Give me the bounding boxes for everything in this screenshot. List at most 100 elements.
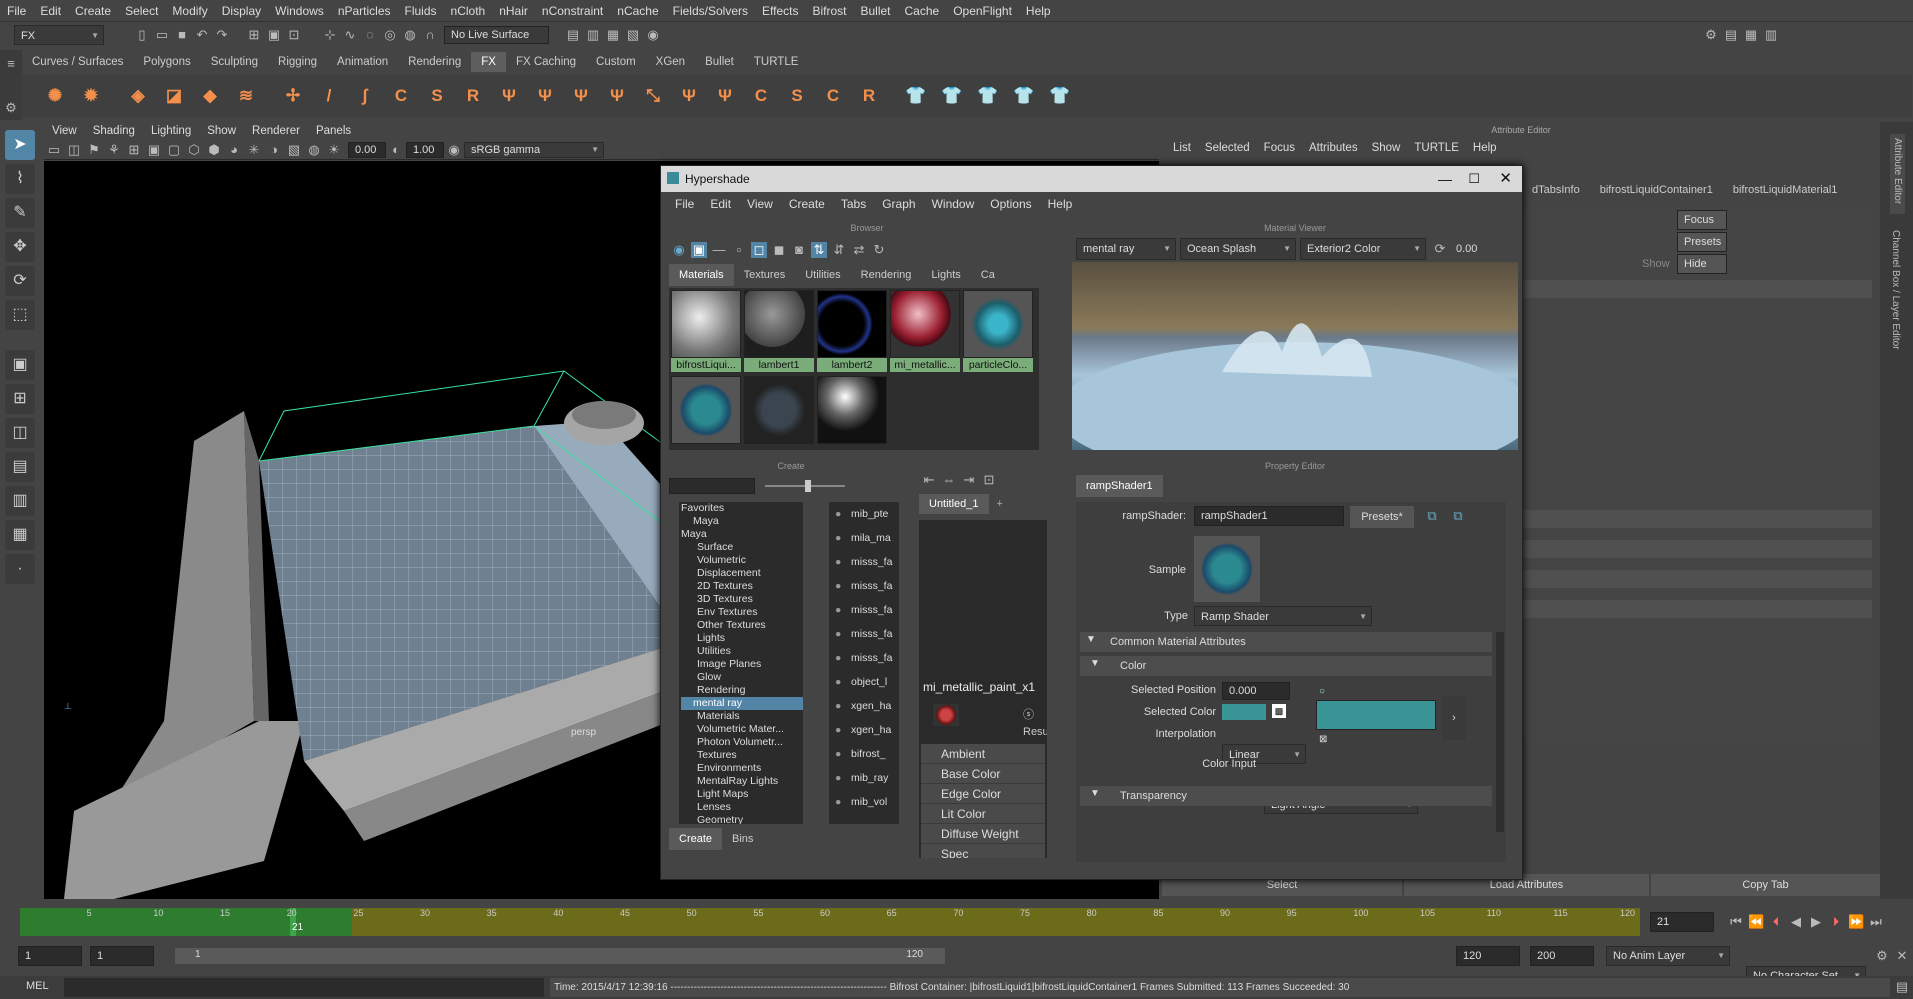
tree-mr-lenses[interactable]: Lenses xyxy=(681,801,803,814)
section-transparency[interactable]: Transparency xyxy=(1080,786,1492,806)
tree-mr-geometry[interactable]: Geometry xyxy=(681,814,803,824)
cache-c-icon[interactable]: C xyxy=(748,83,774,109)
node-item[interactable]: misss_fa xyxy=(829,598,899,622)
presets-button[interactable]: Presets* xyxy=(1350,506,1414,528)
create-bottom-tab-create[interactable]: Create xyxy=(669,828,723,850)
node-item[interactable]: misss_fa xyxy=(829,622,899,646)
material-swatch-bifrost[interactable] xyxy=(671,290,741,358)
layout-graph-icon[interactable]: ▥ xyxy=(5,486,35,516)
go-to-start-icon[interactable]: ⏮ xyxy=(1728,914,1744,930)
cloth-shirt-1-icon[interactable]: 👕 xyxy=(903,83,929,109)
color-management-icon[interactable]: ◉ xyxy=(446,142,462,158)
script-language-label[interactable]: MEL xyxy=(26,980,49,992)
particles-icon[interactable]: ✹ xyxy=(78,83,104,109)
bookmark-icon[interactable]: ⚑ xyxy=(86,142,102,158)
scale-tool-icon[interactable]: ⬚ xyxy=(5,300,35,330)
vp-menu-panels[interactable]: Panels xyxy=(308,125,359,137)
vp-menu-renderer[interactable]: Renderer xyxy=(244,125,308,137)
hs-menu-edit[interactable]: Edit xyxy=(702,192,739,216)
graph-node-settings-icon[interactable]: ⓢ xyxy=(1023,706,1034,722)
browser-tab-materials[interactable]: Materials xyxy=(669,264,734,286)
node-item[interactable]: mib_vol xyxy=(829,790,899,814)
open-scene-icon[interactable]: ▭ xyxy=(154,27,170,43)
material-swatch-lambert2[interactable] xyxy=(817,290,887,358)
property-tab-rampshader[interactable]: rampShader1 xyxy=(1076,475,1163,497)
mv-renderer-dropdown[interactable]: mental ray xyxy=(1076,238,1176,260)
exposure-icon[interactable]: ☀ xyxy=(326,142,342,158)
step-forward-key-icon[interactable]: ⏩ xyxy=(1848,914,1864,930)
browser-medium-icon[interactable]: ◻ xyxy=(751,242,767,258)
shelf-tab-xgen[interactable]: XGen xyxy=(646,52,695,72)
isolate-icon[interactable]: ▧ xyxy=(286,142,302,158)
checker-icon[interactable]: ▩ xyxy=(1272,704,1286,718)
color-ramp[interactable] xyxy=(1316,700,1436,730)
shelf-tab-fx[interactable]: FX xyxy=(471,52,506,72)
shelf-tab-custom[interactable]: Custom xyxy=(586,52,646,72)
tree-mr-environments[interactable]: Environments xyxy=(681,762,803,775)
ae-section-bar[interactable] xyxy=(1522,280,1872,298)
duplicate-icon[interactable]: ⧉ xyxy=(1450,508,1466,524)
menu-edit[interactable]: Edit xyxy=(33,0,68,22)
minimize-icon[interactable]: — xyxy=(1438,166,1452,192)
menu-effects[interactable]: Effects xyxy=(755,0,805,22)
snap-view-icon[interactable]: ◎ xyxy=(382,27,398,43)
layout-outliner-icon[interactable]: ▤ xyxy=(5,452,35,482)
layout-four-icon[interactable]: ⊞ xyxy=(5,384,35,414)
play-backward-icon[interactable]: ◀ xyxy=(1788,914,1804,930)
paint-hair-icon[interactable]: / xyxy=(316,83,342,109)
render-settings-icon[interactable]: ▧ xyxy=(625,27,641,43)
hs-menu-options[interactable]: Options xyxy=(982,192,1039,216)
section-color[interactable]: Color xyxy=(1080,656,1492,676)
constraint-6-icon[interactable]: Ψ xyxy=(676,83,702,109)
ramp-expand-button[interactable]: › xyxy=(1442,696,1466,740)
script-editor-icon[interactable]: ▤ xyxy=(1894,979,1910,995)
snap-curve-icon[interactable]: ∿ xyxy=(342,27,358,43)
ae-tab-material[interactable]: bifrostLiquidMaterial1 xyxy=(1723,179,1848,201)
node-item[interactable]: xgen_ha xyxy=(829,694,899,718)
wireframe-icon[interactable]: ⬡ xyxy=(186,142,202,158)
ae-menu-list[interactable]: List xyxy=(1166,142,1198,154)
maximize-icon[interactable]: ☐ xyxy=(1468,166,1480,192)
constraint-3-icon[interactable]: Ψ xyxy=(568,83,594,109)
graph-attr-lit-color[interactable]: Lit Color xyxy=(921,804,1045,824)
menu-fluids[interactable]: Fluids xyxy=(398,0,444,22)
ae-show-button[interactable]: Show xyxy=(1642,254,1672,274)
emitter-icon[interactable]: ✺ xyxy=(42,83,68,109)
redo-icon[interactable]: ↷ xyxy=(214,27,230,43)
tree-other-textures[interactable]: Other Textures xyxy=(681,619,803,632)
cloth-shirt-4-icon[interactable]: 👕 xyxy=(1011,83,1037,109)
snap-surface-icon[interactable]: ◍ xyxy=(402,27,418,43)
hs-menu-window[interactable]: Window xyxy=(924,192,983,216)
tree-2d-textures[interactable]: 2D Textures xyxy=(681,580,803,593)
browser-list-view-icon[interactable]: — xyxy=(711,242,727,258)
tree-lights[interactable]: Lights xyxy=(681,632,803,645)
constraint-5-icon[interactable]: ⤡ xyxy=(640,83,666,109)
hs-menu-file[interactable]: File xyxy=(667,192,702,216)
menu-bifrost[interactable]: Bifrost xyxy=(805,0,853,22)
tree-env-textures[interactable]: Env Textures xyxy=(681,606,803,619)
graph-frame-icon[interactable]: ⊡ xyxy=(981,472,997,488)
shelf-tab-curves-surfaces[interactable]: Curves / Surfaces xyxy=(22,52,133,72)
graph-output-icon[interactable]: ⇥ xyxy=(961,472,977,488)
browser-tab-lights[interactable]: Lights xyxy=(921,264,970,286)
snap-point-icon[interactable]: ◌ xyxy=(362,27,378,43)
menu-nconstraint[interactable]: nConstraint xyxy=(535,0,610,22)
browser-xl-icon[interactable]: ◙ xyxy=(791,242,807,258)
attribute-editor-toggle-icon[interactable]: ▤ xyxy=(1723,27,1739,43)
ipr-render-icon[interactable]: ▦ xyxy=(605,27,621,43)
shelf-tab-animation[interactable]: Animation xyxy=(327,52,398,72)
current-frame-field[interactable]: 21 xyxy=(1650,912,1714,932)
menu-select[interactable]: Select xyxy=(118,0,165,22)
gamma-field[interactable]: 1.00 xyxy=(406,141,444,158)
tree-displacement[interactable]: Displacement xyxy=(681,567,803,580)
live-magnet-icon[interactable]: ∩ xyxy=(422,27,438,43)
ae-section-bar-5[interactable] xyxy=(1522,600,1872,618)
play-forward-icon[interactable]: ▶ xyxy=(1808,914,1824,930)
save-scene-icon[interactable]: ■ xyxy=(174,27,190,43)
copy-tab-icon[interactable]: ⧉ xyxy=(1424,508,1440,524)
node-graph-canvas[interactable]: mi_metallic_paint_x1 ⓢ Resu Ambient Base… xyxy=(919,520,1047,858)
cache-s-icon[interactable]: S xyxy=(784,83,810,109)
field-r-icon[interactable]: R xyxy=(460,83,486,109)
start-time-field[interactable]: 1 xyxy=(18,946,82,966)
step-back-frame-icon[interactable]: ⏴ xyxy=(1768,914,1784,930)
